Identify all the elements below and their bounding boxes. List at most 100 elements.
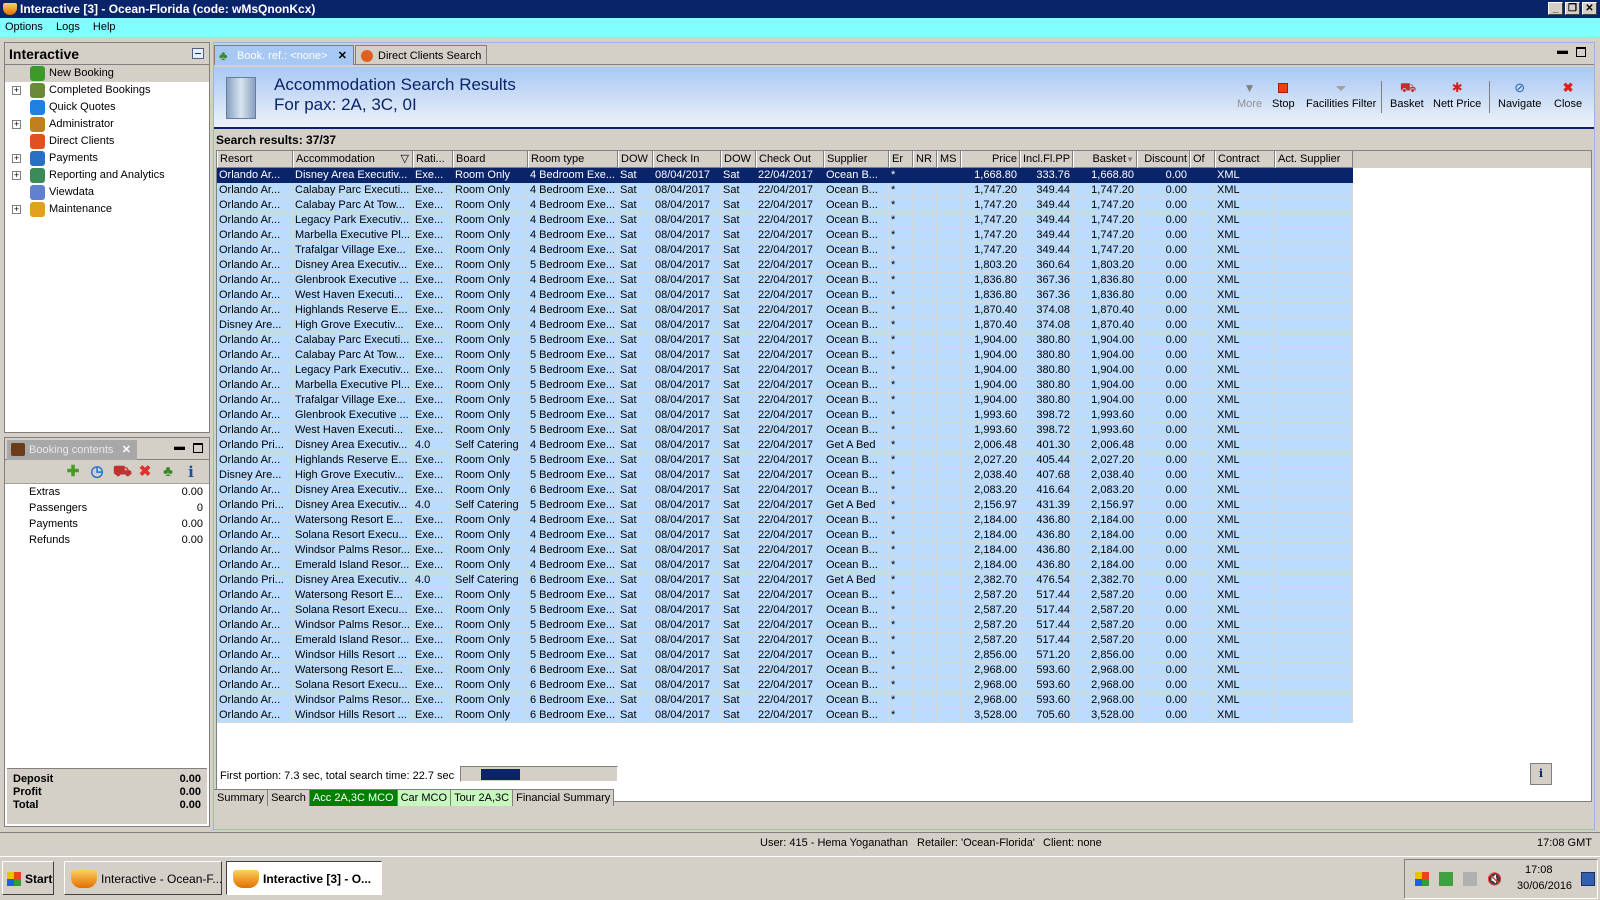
- restore-button[interactable]: ❐: [1565, 2, 1580, 15]
- table-row[interactable]: Orlando Pri... Disney Area Executiv... 4.0…: [217, 573, 1591, 588]
- palm-tree-icon[interactable]: ♣: [160, 464, 176, 480]
- column-header-dow[interactable]: DOW: [618, 151, 653, 168]
- info-button[interactable]: i: [1530, 763, 1552, 785]
- booking-contents-tab[interactable]: Booking contents ✕: [7, 440, 137, 460]
- minimize-panel-button[interactable]: [192, 48, 204, 59]
- sidebar-item-payments[interactable]: + Payments: [5, 150, 209, 167]
- component-tab-summary[interactable]: Summary: [214, 790, 269, 806]
- show-desktop-icon[interactable]: [1581, 872, 1595, 886]
- column-header-ms[interactable]: MS: [937, 151, 961, 168]
- close-window-button[interactable]: ✕: [1582, 2, 1597, 15]
- sidebar-item-administrator[interactable]: + Administrator: [5, 116, 209, 133]
- column-header-nr[interactable]: NR: [913, 151, 937, 168]
- column-header-dow[interactable]: DOW: [721, 151, 756, 168]
- column-header-of[interactable]: Of: [1190, 151, 1215, 168]
- table-row[interactable]: Orlando Ar... Watersong Resort E... Exe...…: [217, 588, 1591, 603]
- expand-icon[interactable]: +: [12, 120, 21, 129]
- column-header-incl-fl-pp[interactable]: Incl.Fl.PP: [1020, 151, 1073, 168]
- delete-icon[interactable]: ✖: [137, 464, 153, 480]
- maximize-icon[interactable]: [193, 443, 203, 453]
- table-row[interactable]: Orlando Ar... Marbella Executive Pl... Exe…: [217, 378, 1591, 393]
- clock-refresh-icon[interactable]: ◷: [89, 464, 105, 480]
- close-results-button[interactable]: ✖ Close: [1554, 81, 1582, 111]
- clock-time[interactable]: 17:08: [1525, 864, 1553, 876]
- volume-muted-icon[interactable]: 🔇: [1487, 872, 1502, 886]
- navigate-button[interactable]: ⊘ Navigate: [1498, 81, 1541, 111]
- table-row[interactable]: Orlando Ar... Legacy Park Executiv... Exe.…: [217, 213, 1591, 228]
- table-row[interactable]: Orlando Ar... Glenbrook Executive ... Exe.…: [217, 408, 1591, 423]
- sidebar-item-direct-clients[interactable]: Direct Clients: [5, 133, 209, 150]
- table-row[interactable]: Orlando Ar... Solana Resort Execu... Exe..…: [217, 603, 1591, 618]
- column-header-price[interactable]: Price: [961, 151, 1020, 168]
- table-row[interactable]: Orlando Ar... Solana Resort Execu... Exe..…: [217, 528, 1591, 543]
- tab-direct-clients-search[interactable]: Direct Clients Search: [355, 45, 487, 65]
- column-header-discount[interactable]: Discount: [1137, 151, 1190, 168]
- minimize-icon[interactable]: ▬: [174, 441, 185, 453]
- column-header-accommodation[interactable]: Accommodation ▽: [293, 151, 413, 168]
- table-row[interactable]: Disney Are... High Grove Executiv... Exe..…: [217, 468, 1591, 483]
- sidebar-item-viewdata[interactable]: Viewdata: [5, 184, 209, 201]
- expand-icon[interactable]: +: [12, 86, 21, 95]
- expand-icon[interactable]: +: [12, 205, 21, 214]
- table-row[interactable]: Orlando Ar... Calabay Parc Executi... Exe.…: [217, 333, 1591, 348]
- table-row[interactable]: Orlando Ar... Disney Area Executiv... Exe.…: [217, 258, 1591, 273]
- sidebar-item-completed-bookings[interactable]: + Completed Bookings: [5, 82, 209, 99]
- table-row[interactable]: Orlando Ar... Windsor Palms Resor... Exe..…: [217, 543, 1591, 558]
- table-row[interactable]: Disney Are... High Grove Executiv... Exe..…: [217, 318, 1591, 333]
- table-row[interactable]: Orlando Ar... Calabay Parc At Tow... Exe..…: [217, 198, 1591, 213]
- table-row[interactable]: Orlando Ar... West Haven Executi... Exe...…: [217, 288, 1591, 303]
- column-header-room-type[interactable]: Room type: [528, 151, 618, 168]
- table-row[interactable]: Orlando Pri... Disney Area Executiv... 4.0…: [217, 498, 1591, 513]
- component-tab-financial-summary[interactable]: Financial Summary: [513, 790, 615, 806]
- component-tab-car-mco[interactable]: Car MCO: [397, 790, 452, 806]
- table-row[interactable]: Orlando Pri... Disney Area Executiv... 4.0…: [217, 438, 1591, 453]
- table-row[interactable]: Orlando Ar... Disney Area Executiv... Exe.…: [217, 483, 1591, 498]
- sidebar-item-new-booking[interactable]: New Booking: [5, 65, 209, 82]
- table-row[interactable]: Orlando Ar... Emerald Island Resor... Exe.…: [217, 558, 1591, 573]
- sidebar-item-reporting-and-analytics[interactable]: + Reporting and Analytics: [5, 167, 209, 184]
- table-row[interactable]: Orlando Ar... Solana Resort Execu... Exe..…: [217, 678, 1591, 693]
- table-row[interactable]: Orlando Ar... Watersong Resort E... Exe...…: [217, 513, 1591, 528]
- table-row[interactable]: Orlando Ar... Windsor Palms Resor... Exe..…: [217, 618, 1591, 633]
- table-row[interactable]: Orlando Ar... West Haven Executi... Exe...…: [217, 423, 1591, 438]
- maximize-icon[interactable]: [1576, 47, 1586, 57]
- info-icon[interactable]: i: [183, 464, 199, 480]
- tab-booking-ref[interactable]: ♣ Book. ref.: <none> ✕: [214, 45, 354, 65]
- table-row[interactable]: Orlando Ar... Windsor Hills Resort ... Exe…: [217, 708, 1591, 723]
- close-icon[interactable]: ✕: [122, 440, 131, 460]
- basket-button[interactable]: ⛟ Basket: [1390, 81, 1424, 111]
- table-row[interactable]: Orlando Ar... Calabay Parc Executi... Exe.…: [217, 183, 1591, 198]
- network-icon[interactable]: [1463, 872, 1477, 886]
- table-row[interactable]: Orlando Ar... Disney Area Executiv... Exe.…: [217, 168, 1591, 183]
- close-tab-icon[interactable]: ✕: [338, 46, 347, 66]
- menu-options[interactable]: Options: [0, 18, 48, 37]
- component-tab-search[interactable]: Search: [268, 790, 310, 806]
- column-header-board[interactable]: Board: [453, 151, 528, 168]
- more-button[interactable]: ▼ More: [1237, 81, 1262, 110]
- menu-help[interactable]: Help: [88, 18, 121, 37]
- expand-icon[interactable]: +: [12, 154, 21, 163]
- component-tab-tour-2a-3c[interactable]: Tour 2A,3C: [451, 790, 514, 806]
- table-row[interactable]: Orlando Ar... Calabay Parc At Tow... Exe..…: [217, 348, 1591, 363]
- table-row[interactable]: Orlando Ar... Marbella Executive Pl... Exe…: [217, 228, 1591, 243]
- column-header-check-out[interactable]: Check Out: [756, 151, 824, 168]
- table-row[interactable]: Orlando Ar... Trafalgar Village Exe... Exe…: [217, 393, 1591, 408]
- table-row[interactable]: Orlando Ar... Windsor Palms Resor... Exe..…: [217, 693, 1591, 708]
- table-row[interactable]: Orlando Ar... Watersong Resort E... Exe...…: [217, 663, 1591, 678]
- expand-icon[interactable]: +: [12, 171, 21, 180]
- column-header-rati[interactable]: Rati...: [413, 151, 453, 168]
- taskbar-button-active[interactable]: Interactive [3] - O...: [226, 861, 382, 895]
- column-header-resort[interactable]: Resort: [217, 151, 293, 168]
- nett-price-button[interactable]: ✱ Nett Price: [1433, 81, 1481, 111]
- flag-icon[interactable]: [1415, 872, 1429, 886]
- start-button[interactable]: Start: [2, 861, 54, 895]
- column-header-contract[interactable]: Contract: [1215, 151, 1275, 168]
- filter-icon[interactable]: ▽: [401, 151, 409, 167]
- table-row[interactable]: Orlando Ar... Legacy Park Executiv... Exe.…: [217, 363, 1591, 378]
- table-row[interactable]: Orlando Ar... Highlands Reserve E... Exe..…: [217, 453, 1591, 468]
- minimize-icon[interactable]: ▬: [1557, 45, 1568, 57]
- add-icon[interactable]: ✚: [65, 464, 81, 480]
- sidebar-item-quick-quotes[interactable]: Quick Quotes: [5, 99, 209, 116]
- component-tab-acc-2a-3c-mco[interactable]: Acc 2A,3C MCO: [309, 790, 398, 806]
- facilities-filter-button[interactable]: ⏷ Facilities Filter: [1306, 81, 1376, 110]
